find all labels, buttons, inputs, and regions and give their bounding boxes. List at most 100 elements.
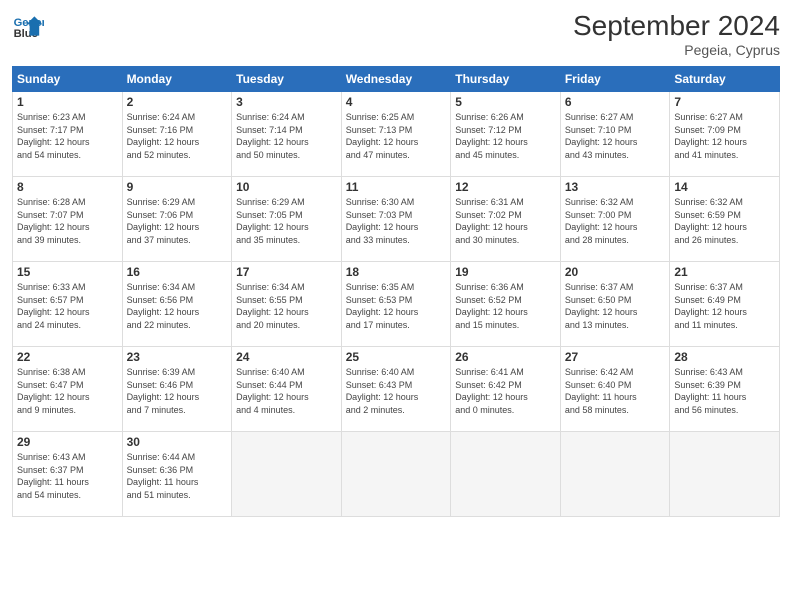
day-info: Sunrise: 6:32 AMSunset: 6:59 PMDaylight:… — [674, 196, 775, 246]
logo-icon: General Blue — [12, 10, 44, 42]
calendar-cell: 17 Sunrise: 6:34 AMSunset: 6:55 PMDayligh… — [232, 262, 342, 347]
day-info: Sunrise: 6:29 AMSunset: 7:05 PMDaylight:… — [236, 196, 337, 246]
day-number: 4 — [346, 95, 447, 109]
calendar-cell: 10 Sunrise: 6:29 AMSunset: 7:05 PMDayligh… — [232, 177, 342, 262]
day-info: Sunrise: 6:26 AMSunset: 7:12 PMDaylight:… — [455, 111, 556, 161]
day-info: Sunrise: 6:27 AMSunset: 7:10 PMDaylight:… — [565, 111, 666, 161]
col-header-thursday: Thursday — [451, 67, 561, 92]
day-number: 8 — [17, 180, 118, 194]
day-info: Sunrise: 6:37 AMSunset: 6:50 PMDaylight:… — [565, 281, 666, 331]
day-info: Sunrise: 6:29 AMSunset: 7:06 PMDaylight:… — [127, 196, 228, 246]
day-info: Sunrise: 6:37 AMSunset: 6:49 PMDaylight:… — [674, 281, 775, 331]
calendar-cell: 12 Sunrise: 6:31 AMSunset: 7:02 PMDayligh… — [451, 177, 561, 262]
day-info: Sunrise: 6:40 AMSunset: 6:43 PMDaylight:… — [346, 366, 447, 416]
day-number: 28 — [674, 350, 775, 364]
calendar-week-3: 15 Sunrise: 6:33 AMSunset: 6:57 PMDayligh… — [13, 262, 780, 347]
day-number: 25 — [346, 350, 447, 364]
calendar-cell: 25 Sunrise: 6:40 AMSunset: 6:43 PMDayligh… — [341, 347, 451, 432]
calendar-cell: 30 Sunrise: 6:44 AMSunset: 6:36 PMDayligh… — [122, 432, 232, 517]
col-header-tuesday: Tuesday — [232, 67, 342, 92]
calendar-cell — [341, 432, 451, 517]
calendar-cell — [560, 432, 670, 517]
day-number: 22 — [17, 350, 118, 364]
calendar-cell: 18 Sunrise: 6:35 AMSunset: 6:53 PMDayligh… — [341, 262, 451, 347]
calendar-week-1: 1 Sunrise: 6:23 AMSunset: 7:17 PMDaylight… — [13, 92, 780, 177]
calendar-cell: 19 Sunrise: 6:36 AMSunset: 6:52 PMDayligh… — [451, 262, 561, 347]
calendar-cell: 6 Sunrise: 6:27 AMSunset: 7:10 PMDaylight… — [560, 92, 670, 177]
day-number: 6 — [565, 95, 666, 109]
day-info: Sunrise: 6:31 AMSunset: 7:02 PMDaylight:… — [455, 196, 556, 246]
calendar-week-5: 29Sunrise: 6:43 AMSunset: 6:37 PMDayligh… — [13, 432, 780, 517]
calendar-cell: 28Sunrise: 6:43 AMSunset: 6:39 PMDayligh… — [670, 347, 780, 432]
day-number: 5 — [455, 95, 556, 109]
col-header-monday: Monday — [122, 67, 232, 92]
day-info: Sunrise: 6:41 AMSunset: 6:42 PMDaylight:… — [455, 366, 556, 416]
calendar-cell: 1 Sunrise: 6:23 AMSunset: 7:17 PMDaylight… — [13, 92, 123, 177]
calendar-cell: 8Sunrise: 6:28 AMSunset: 7:07 PMDaylight… — [13, 177, 123, 262]
calendar-cell: 22 Sunrise: 6:38 AMSunset: 6:47 PMDayligh… — [13, 347, 123, 432]
col-header-sunday: Sunday — [13, 67, 123, 92]
day-number: 1 — [17, 95, 118, 109]
day-info: Sunrise: 6:30 AMSunset: 7:03 PMDaylight:… — [346, 196, 447, 246]
day-info: Sunrise: 6:25 AMSunset: 7:13 PMDaylight:… — [346, 111, 447, 161]
calendar-cell: 13 Sunrise: 6:32 AMSunset: 7:00 PMDayligh… — [560, 177, 670, 262]
day-info: Sunrise: 6:33 AMSunset: 6:57 PMDaylight:… — [17, 281, 118, 331]
day-info: Sunrise: 6:32 AMSunset: 7:00 PMDaylight:… — [565, 196, 666, 246]
calendar-cell: 3 Sunrise: 6:24 AMSunset: 7:14 PMDaylight… — [232, 92, 342, 177]
day-number: 17 — [236, 265, 337, 279]
day-info: Sunrise: 6:34 AMSunset: 6:56 PMDaylight:… — [127, 281, 228, 331]
day-info: Sunrise: 6:36 AMSunset: 6:52 PMDaylight:… — [455, 281, 556, 331]
month-title: September 2024 — [573, 10, 780, 42]
calendar-cell: 2 Sunrise: 6:24 AMSunset: 7:16 PMDaylight… — [122, 92, 232, 177]
calendar-cell: 4 Sunrise: 6:25 AMSunset: 7:13 PMDaylight… — [341, 92, 451, 177]
calendar-cell — [451, 432, 561, 517]
day-info: Sunrise: 6:40 AMSunset: 6:44 PMDaylight:… — [236, 366, 337, 416]
calendar-cell: 24 Sunrise: 6:40 AMSunset: 6:44 PMDayligh… — [232, 347, 342, 432]
day-number: 14 — [674, 180, 775, 194]
calendar-cell: 26 Sunrise: 6:41 AMSunset: 6:42 PMDayligh… — [451, 347, 561, 432]
calendar-cell: 20 Sunrise: 6:37 AMSunset: 6:50 PMDayligh… — [560, 262, 670, 347]
calendar-cell — [670, 432, 780, 517]
day-number: 20 — [565, 265, 666, 279]
day-info: Sunrise: 6:35 AMSunset: 6:53 PMDaylight:… — [346, 281, 447, 331]
day-number: 26 — [455, 350, 556, 364]
calendar-cell: 14 Sunrise: 6:32 AMSunset: 6:59 PMDayligh… — [670, 177, 780, 262]
col-header-wednesday: Wednesday — [341, 67, 451, 92]
calendar-cell: 5 Sunrise: 6:26 AMSunset: 7:12 PMDaylight… — [451, 92, 561, 177]
title-block: September 2024 Pegeia, Cyprus — [573, 10, 780, 58]
calendar-cell: 23 Sunrise: 6:39 AMSunset: 6:46 PMDayligh… — [122, 347, 232, 432]
day-number: 27 — [565, 350, 666, 364]
day-info: Sunrise: 6:24 AMSunset: 7:16 PMDaylight:… — [127, 111, 228, 161]
day-number: 19 — [455, 265, 556, 279]
day-number: 16 — [127, 265, 228, 279]
day-number: 15 — [17, 265, 118, 279]
day-info: Sunrise: 6:39 AMSunset: 6:46 PMDaylight:… — [127, 366, 228, 416]
day-number: 23 — [127, 350, 228, 364]
location: Pegeia, Cyprus — [573, 42, 780, 58]
day-number: 3 — [236, 95, 337, 109]
day-number: 29 — [17, 435, 118, 449]
day-info: Sunrise: 6:34 AMSunset: 6:55 PMDaylight:… — [236, 281, 337, 331]
calendar-cell: 27Sunrise: 6:42 AMSunset: 6:40 PMDayligh… — [560, 347, 670, 432]
calendar-cell: 7 Sunrise: 6:27 AMSunset: 7:09 PMDaylight… — [670, 92, 780, 177]
calendar-cell: 29Sunrise: 6:43 AMSunset: 6:37 PMDayligh… — [13, 432, 123, 517]
day-number: 2 — [127, 95, 228, 109]
day-number: 12 — [455, 180, 556, 194]
day-number: 13 — [565, 180, 666, 194]
day-info: Sunrise: 6:44 AMSunset: 6:36 PMDaylight:… — [127, 451, 228, 501]
day-number: 10 — [236, 180, 337, 194]
day-number: 18 — [346, 265, 447, 279]
day-info: Sunrise: 6:38 AMSunset: 6:47 PMDaylight:… — [17, 366, 118, 416]
day-number: 11 — [346, 180, 447, 194]
calendar-cell — [232, 432, 342, 517]
day-info: Sunrise: 6:24 AMSunset: 7:14 PMDaylight:… — [236, 111, 337, 161]
calendar-cell: 15 Sunrise: 6:33 AMSunset: 6:57 PMDayligh… — [13, 262, 123, 347]
day-info: Sunrise: 6:27 AMSunset: 7:09 PMDaylight:… — [674, 111, 775, 161]
day-info: Sunrise: 6:23 AMSunset: 7:17 PMDaylight:… — [17, 111, 118, 161]
calendar-cell: 21Sunrise: 6:37 AMSunset: 6:49 PMDayligh… — [670, 262, 780, 347]
day-number: 30 — [127, 435, 228, 449]
calendar-cell: 16 Sunrise: 6:34 AMSunset: 6:56 PMDayligh… — [122, 262, 232, 347]
day-number: 7 — [674, 95, 775, 109]
calendar-table: SundayMondayTuesdayWednesdayThursdayFrid… — [12, 66, 780, 517]
day-number: 24 — [236, 350, 337, 364]
